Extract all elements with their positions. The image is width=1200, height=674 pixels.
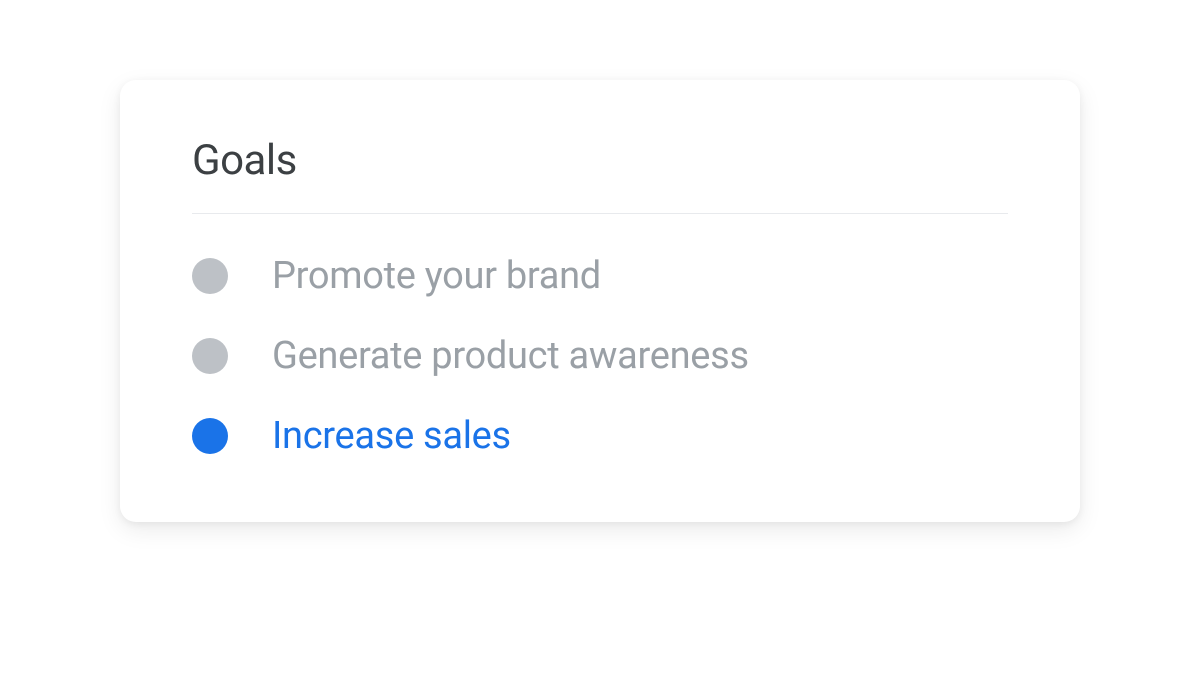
goal-option-label: Generate product awareness: [272, 334, 749, 378]
goal-option-label: Promote your brand: [272, 254, 601, 298]
goal-option-increase-sales[interactable]: Increase sales: [192, 414, 1008, 458]
card-title: Goals: [192, 136, 1008, 185]
goal-option-promote-brand[interactable]: Promote your brand: [192, 254, 1008, 298]
radio-icon: [192, 338, 228, 374]
goals-card: Goals Promote your brand Generate produc…: [120, 80, 1080, 522]
goal-option-product-awareness[interactable]: Generate product awareness: [192, 334, 1008, 378]
goal-option-list: Promote your brand Generate product awar…: [192, 254, 1008, 458]
goal-option-label: Increase sales: [272, 414, 511, 458]
radio-icon: [192, 258, 228, 294]
radio-icon: [192, 418, 228, 454]
divider: [192, 213, 1008, 214]
